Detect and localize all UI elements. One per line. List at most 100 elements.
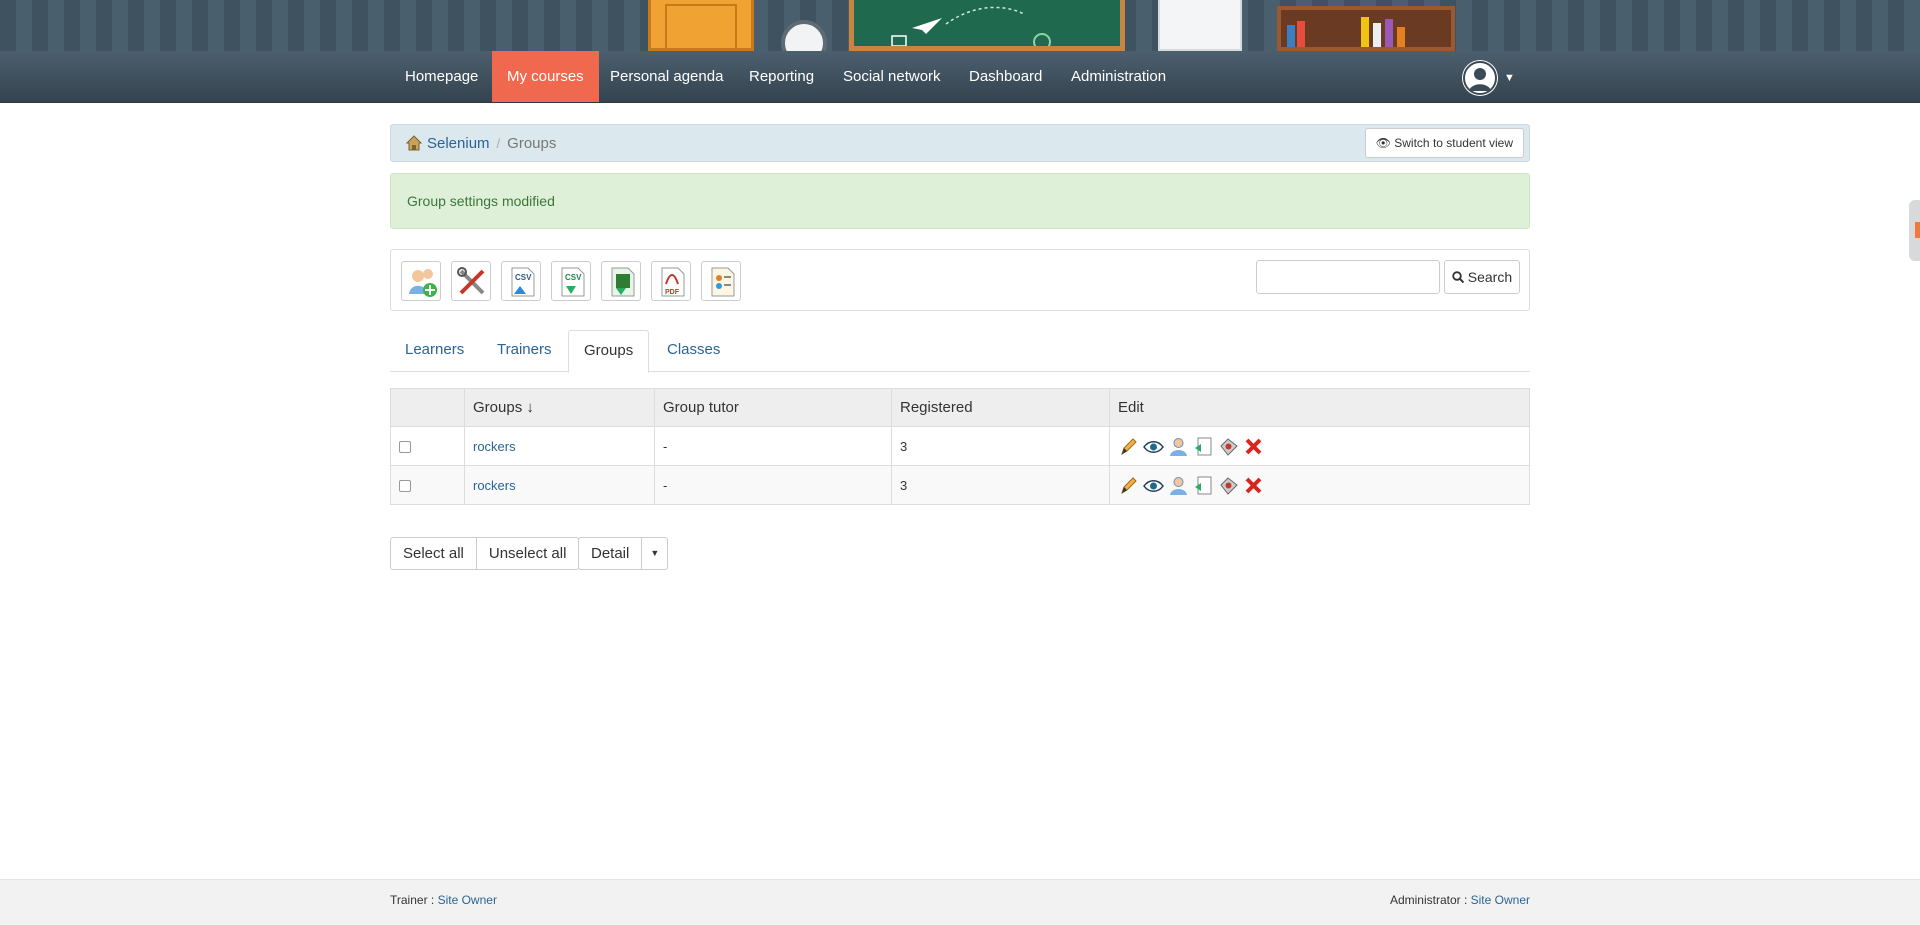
header-banner (0, 0, 1920, 51)
members-icon[interactable] (1168, 436, 1189, 457)
switch-to-student-view-button[interactable]: 👁 Switch to student view (1364, 128, 1524, 158)
home-icon[interactable] (405, 135, 423, 151)
export-csv-button[interactable]: CSV (551, 261, 591, 301)
nav-dashboard[interactable]: Dashboard (954, 51, 1057, 102)
detail-button[interactable]: Detail (578, 537, 643, 570)
row-checkbox[interactable] (399, 480, 411, 493)
selection-button-group: Select all Unselect all (390, 537, 580, 570)
export-icon[interactable] (1193, 475, 1214, 496)
footer-trainer-label: Trainer : (390, 893, 438, 907)
nav-administration[interactable]: Administration (1056, 51, 1181, 102)
add-group-button[interactable] (401, 261, 441, 301)
chevron-down-icon[interactable]: ▼ (1504, 72, 1515, 84)
groups-table: Groups ↓ Group tutor Registered Edit roc… (390, 388, 1530, 505)
registered-count-cell: 3 (891, 426, 1110, 466)
search-input[interactable] (1256, 260, 1440, 294)
user-menu[interactable]: ▼ (1462, 60, 1515, 96)
add-group-icon (409, 269, 437, 297)
svg-text:CSV: CSV (515, 273, 532, 282)
import-csv-button[interactable]: CSV (501, 261, 541, 301)
select-column-header (390, 388, 465, 427)
footer-admin-label: Administrator : (1389, 893, 1471, 907)
banner-clock-illustration (781, 20, 827, 51)
breadcrumb-course-link[interactable]: Selenium (427, 135, 490, 152)
tab-groups[interactable]: Groups (568, 330, 650, 373)
unselect-all-button[interactable]: Unselect all (475, 537, 580, 570)
table-row: rockers - 3 (390, 426, 1530, 466)
delete-icon[interactable] (1243, 475, 1264, 496)
group-overview-icon (711, 267, 735, 297)
search-button[interactable]: Search (1444, 260, 1520, 294)
nav-my-courses[interactable]: My courses (492, 51, 599, 102)
registered-column-header: Registered (891, 388, 1110, 427)
group-tutor-column-header: Group tutor (654, 388, 892, 427)
export-excel-icon (611, 267, 635, 297)
tab-trainers[interactable]: Trainers (482, 330, 566, 372)
import-csv-icon: CSV (511, 267, 535, 297)
settings-icon[interactable] (1218, 475, 1239, 496)
group-tutor-cell: - (654, 426, 892, 466)
view-icon[interactable] (1143, 475, 1164, 496)
switch-to-student-view-label: Switch to student view (1394, 136, 1513, 150)
group-name-link[interactable]: rockers (473, 439, 516, 454)
tab-classes[interactable]: Classes (652, 330, 735, 372)
svg-text:CSV: CSV (565, 273, 582, 282)
breadcrumb: Selenium / Groups 👁 Switch to student vi… (390, 124, 1530, 162)
edit-icon[interactable] (1118, 436, 1139, 457)
breadcrumb-current: Groups (507, 134, 557, 152)
detail-button-group: Detail ▼ (578, 537, 669, 570)
action-toolbar: CSV CSV PDF Search (390, 249, 1530, 311)
edit-icon[interactable] (1118, 475, 1139, 496)
export-excel-button[interactable] (601, 261, 641, 301)
success-alert: Group settings modified (390, 173, 1530, 229)
view-icon[interactable] (1143, 436, 1164, 457)
footer-admin-link[interactable]: Site Owner (1471, 893, 1530, 907)
group-settings-icon (457, 267, 485, 295)
banner-chalkboard-illustration (849, 0, 1125, 51)
export-pdf-button[interactable]: PDF (651, 261, 691, 301)
banner-paper-illustration (1158, 0, 1242, 51)
banner-bookshelf-illustration (1277, 6, 1455, 51)
nav-reporting[interactable]: Reporting (734, 51, 829, 102)
export-pdf-icon: PDF (661, 267, 685, 297)
tab-learners[interactable]: Learners (390, 330, 479, 372)
detail-dropdown-toggle[interactable]: ▼ (641, 537, 669, 570)
group-tutor-cell: - (654, 465, 892, 505)
avatar[interactable] (1462, 60, 1498, 96)
group-overview-button[interactable] (701, 261, 741, 301)
eye-icon: 👁 (1375, 136, 1391, 150)
settings-icon[interactable] (1218, 436, 1239, 457)
nav-social-network[interactable]: Social network (828, 51, 956, 102)
members-icon[interactable] (1168, 475, 1189, 496)
registered-count-cell: 3 (891, 465, 1110, 505)
select-all-button[interactable]: Select all (390, 537, 477, 570)
export-csv-icon: CSV (561, 267, 585, 297)
banner-door-illustration (648, 0, 754, 51)
export-icon[interactable] (1193, 436, 1214, 457)
footer-trainer-link[interactable]: Site Owner (438, 893, 497, 907)
edit-column-header: Edit (1109, 388, 1530, 427)
table-header-row: Groups ↓ Group tutor Registered Edit (390, 388, 1530, 427)
table-row: rockers - 3 (390, 465, 1530, 505)
nav-personal-agenda[interactable]: Personal agenda (595, 51, 738, 102)
footer: Trainer : Site Owner Administrator : Sit… (0, 879, 1920, 925)
footer-trainer: Trainer : Site Owner (390, 880, 497, 920)
footer-administrator: Administrator : Site Owner (1390, 880, 1530, 920)
user-avatar-icon (1463, 61, 1497, 95)
search-icon (1452, 262, 1465, 284)
groups-column-header[interactable]: Groups ↓ (464, 388, 655, 427)
side-panel-tab[interactable] (1909, 200, 1920, 261)
search-button-label: Search (1467, 269, 1513, 285)
row-actions (1118, 475, 1528, 496)
group-name-link[interactable]: rockers (473, 478, 516, 493)
svg-text:PDF: PDF (665, 289, 680, 296)
row-actions (1118, 436, 1528, 457)
caret-down-icon: ▼ (650, 548, 660, 558)
tab-bar: Learners Trainers Groups Classes (390, 330, 1530, 373)
breadcrumb-separator: / (496, 135, 501, 151)
delete-icon[interactable] (1243, 436, 1264, 457)
main-navbar: Homepage My courses Personal agenda Repo… (0, 51, 1920, 103)
group-settings-button[interactable] (451, 261, 491, 301)
nav-homepage[interactable]: Homepage (390, 51, 493, 102)
row-checkbox[interactable] (399, 441, 411, 454)
